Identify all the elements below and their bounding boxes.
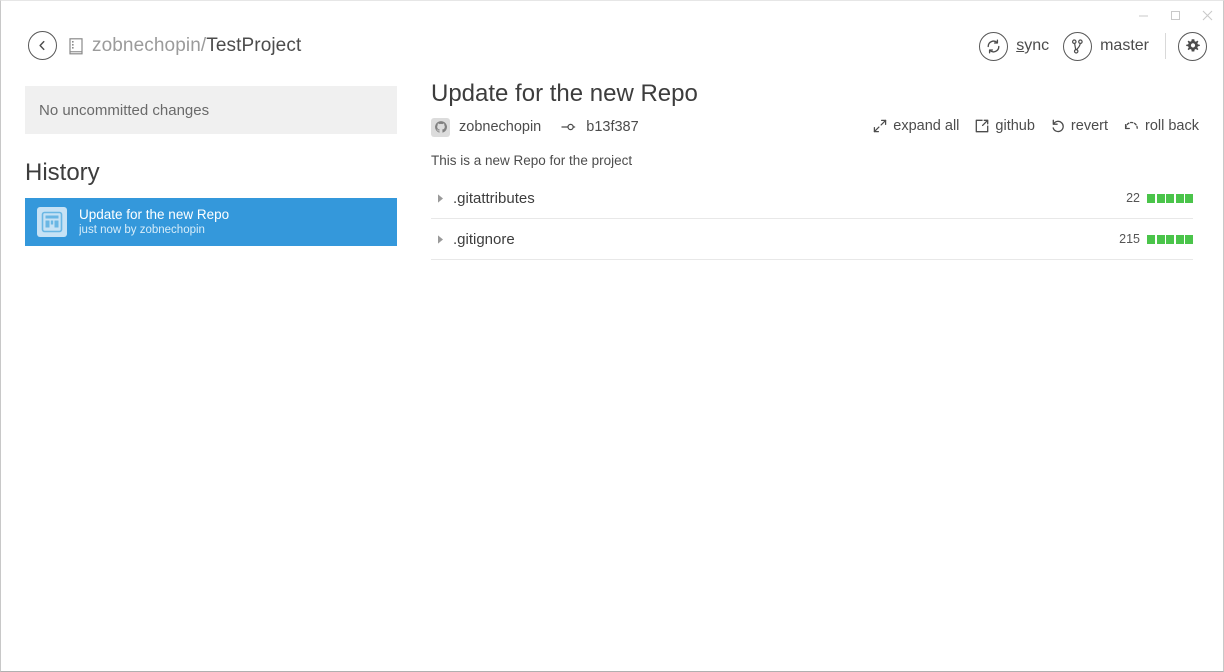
diff-square (1175, 234, 1184, 244)
github-label: github (995, 118, 1035, 134)
repo-name: zobnechopin/TestProject (92, 35, 301, 57)
diff-square (1156, 234, 1165, 244)
sync-button-circle[interactable] (979, 31, 1009, 61)
file-name: .gitattributes (453, 189, 535, 207)
commit-sha: b13f387 (586, 119, 639, 135)
sync-label: sync (1016, 37, 1049, 55)
revert-arrow-icon (1052, 119, 1064, 133)
diff-square (1166, 193, 1174, 203)
repo-book-icon (69, 37, 83, 54)
diff-stat: 215 (1119, 232, 1193, 246)
list-item-text: Update for the new Repo just now by zobn… (79, 207, 229, 237)
minimize-icon (1138, 15, 1148, 16)
roll-back-button[interactable]: roll back (1124, 118, 1199, 134)
app-window: zobnechopin/TestProject sync master No u… (0, 0, 1224, 672)
commit-meta: just now by zobnechopin (79, 224, 205, 236)
uncommitted-changes-panel[interactable]: No uncommitted changes (25, 86, 397, 134)
commit-detail-header: Update for the new Repo zobnechopin b13f… (431, 79, 1199, 168)
commit-history-list: Update for the new Repo just now by zobn… (25, 198, 397, 246)
expand-arrows-icon (874, 119, 887, 133)
chevron-left-icon (39, 40, 45, 51)
table-row[interactable]: .gitattributes 22 (431, 178, 1193, 219)
commit-description: This is a new Repo for the project (431, 153, 633, 168)
branch-button[interactable]: master (1063, 31, 1163, 61)
sidebar: No uncommitted changes History Update fo… (25, 86, 397, 246)
author-avatar (431, 117, 450, 137)
commit-actions: expand all github revert roll back (857, 115, 1199, 137)
branch-button-circle[interactable] (1063, 31, 1093, 61)
diff-count: 215 (1119, 232, 1140, 246)
file-name: .gitignore (453, 230, 515, 248)
table-row[interactable]: .gitignore 215 (431, 219, 1193, 260)
page-title: Update for the new Repo (431, 80, 698, 107)
sync-button[interactable]: sync (979, 31, 1063, 61)
sync-icon (987, 39, 1000, 53)
github-button[interactable]: github (975, 118, 1035, 134)
roll-back-icon (1124, 121, 1138, 130)
github-mark-icon (434, 121, 447, 133)
toolbar-divider (1165, 33, 1166, 59)
avatar-placeholder-icon (41, 211, 63, 233)
sync-accel-letter: s (1016, 37, 1025, 54)
close-icon (1202, 10, 1212, 20)
changed-files-list: .gitattributes 22 .gitignore 215 (431, 178, 1193, 260)
diff-square (1156, 193, 1165, 203)
branch-icon (1072, 38, 1083, 54)
diff-count: 22 (1126, 191, 1140, 205)
uncommitted-changes-label: No uncommitted changes (39, 101, 210, 119)
branch-label: master (1100, 37, 1149, 54)
expand-all-button[interactable]: expand all (873, 118, 959, 134)
expand-all-label: expand all (893, 118, 960, 134)
list-item[interactable]: Update for the new Repo just now by zobn… (25, 198, 397, 246)
diff-square (1166, 234, 1174, 244)
triangle-right-icon[interactable] (431, 234, 449, 245)
top-actions: sync master (979, 31, 1207, 61)
diff-square (1175, 193, 1184, 203)
revert-label: revert (1070, 118, 1108, 134)
history-heading: History (25, 159, 100, 186)
diff-square (1185, 234, 1193, 244)
diff-stat: 22 (1126, 191, 1193, 205)
diff-squares (1147, 193, 1193, 203)
sync-label-rest: ync (1024, 37, 1050, 54)
diff-squares (1147, 234, 1193, 244)
back-button[interactable] (28, 31, 57, 60)
maximize-icon (1170, 10, 1180, 20)
diff-square (1147, 234, 1155, 244)
roll-back-label: roll back (1145, 118, 1199, 134)
commit-node-icon (561, 123, 576, 131)
commit-author: zobnechopin (459, 119, 542, 135)
triangle-right-icon[interactable] (431, 193, 449, 204)
breadcrumb[interactable]: zobnechopin/TestProject (69, 32, 301, 60)
diff-square (1185, 193, 1193, 203)
commit-sha-wrap: b13f387 (561, 119, 639, 135)
diff-square (1147, 193, 1155, 203)
gear-icon (1185, 39, 1200, 52)
repo-owner: zobnechopin/ (92, 35, 207, 56)
repo-project: TestProject (206, 35, 302, 56)
commit-title: Update for the new Repo (79, 207, 230, 222)
external-link-icon (976, 119, 989, 133)
avatar (37, 207, 67, 237)
revert-button[interactable]: revert (1051, 118, 1108, 134)
top-bar: zobnechopin/TestProject sync master (1, 23, 1223, 71)
settings-button[interactable] (1178, 31, 1207, 61)
